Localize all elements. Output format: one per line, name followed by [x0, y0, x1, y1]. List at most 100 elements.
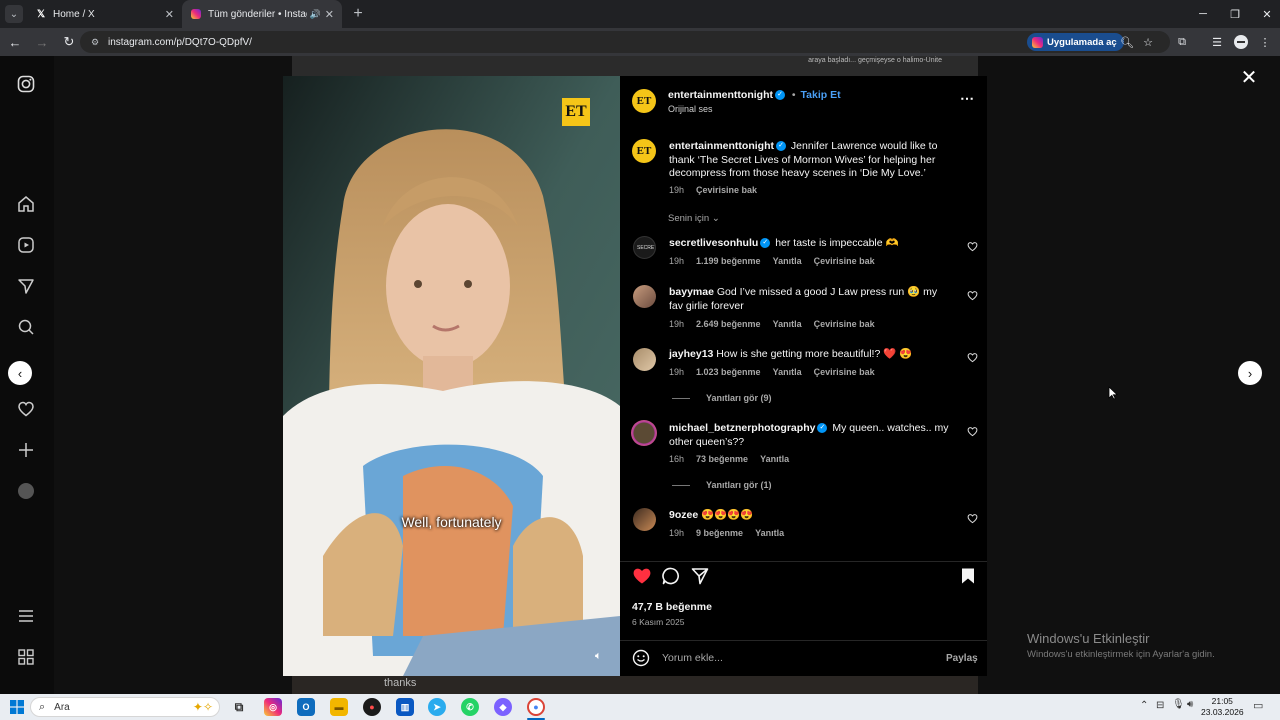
volume-icon[interactable]: 🔊︎ [1187, 699, 1193, 710]
profile-avatar[interactable] [1232, 33, 1250, 51]
reply-link[interactable]: Yanıtla [773, 256, 802, 266]
new-tab-button[interactable]: + [346, 2, 370, 26]
create-plus-icon[interactable] [15, 439, 37, 461]
instagram-app-icon[interactable]: ◎ [264, 698, 282, 716]
reload-button[interactable]: ↻ [57, 30, 81, 54]
comment-avatar[interactable] [633, 285, 656, 308]
comment-like-heart-icon[interactable] [967, 426, 978, 437]
view-replies-button[interactable]: Yanıtları gör (1) [672, 480, 772, 490]
comment-likes[interactable]: 9 beğenme [696, 528, 743, 538]
tray-app-icon[interactable]: ⊟ [1156, 700, 1164, 711]
browser-menu-icon[interactable]: ⋮ [1256, 33, 1274, 51]
caption-username[interactable]: entertainmenttonight [669, 140, 774, 152]
speaker-icon[interactable]: 🔊 [310, 9, 321, 20]
address-bar[interactable]: ⚙ instagram.com/p/DQt7O-QDpfV/ [80, 31, 1170, 53]
like-count[interactable]: 47,7 B beğenme [632, 601, 712, 613]
more-options-icon[interactable]: ⋯ [960, 90, 974, 107]
view-replies-button[interactable]: Yanıtları gör (9) [672, 393, 772, 403]
comment-like-heart-icon[interactable] [967, 352, 978, 363]
comment-likes[interactable]: 1.023 beğenme [696, 367, 761, 377]
task-view-icon[interactable]: ⧉ [230, 698, 248, 716]
comment-input[interactable]: Yorum ekle... [662, 652, 723, 664]
comment-username[interactable]: michael_betznerphotography [669, 422, 815, 434]
messages-icon[interactable] [15, 275, 37, 297]
chrome-icon[interactable]: ● [527, 698, 545, 716]
comment-like-heart-icon[interactable] [967, 241, 978, 252]
emoji-icon[interactable] [632, 649, 650, 667]
home-icon[interactable] [15, 193, 37, 215]
bookmark-star-icon[interactable]: ☆ [1139, 33, 1157, 51]
reply-link[interactable]: Yanıtla [773, 367, 802, 377]
comment-like-heart-icon[interactable] [967, 290, 978, 301]
tab-instagram[interactable]: Tüm gönderiler • Instagram 🔊 ✕ [182, 0, 342, 28]
translate-link[interactable]: Çevirisine bak [814, 319, 875, 329]
author-username[interactable]: entertainmenttonight [668, 89, 773, 101]
minimize-button[interactable]: ─ [1186, 0, 1220, 28]
reply-link[interactable]: Yanıtla [755, 528, 784, 538]
audio-toggle-icon[interactable]: 🔈︎ [595, 650, 602, 663]
share-icon[interactable] [690, 566, 710, 586]
reply-link[interactable]: Yanıtla [773, 319, 802, 329]
post-video[interactable]: ET Well, fortunately 🔈︎ [283, 76, 620, 676]
comment-avatar[interactable] [633, 508, 656, 531]
more-menu-icon[interactable] [15, 605, 37, 627]
close-modal-button[interactable]: ✕ [1240, 67, 1258, 89]
extensions-icon[interactable]: ⧉ [1173, 33, 1191, 51]
follow-button[interactable]: Takip Et [801, 89, 841, 101]
also-from-meta-icon[interactable] [15, 646, 37, 668]
profile-avatar[interactable] [15, 480, 37, 502]
app-icon[interactable]: ◆ [494, 698, 512, 716]
show-hidden-icons-icon[interactable]: ⌃ [1140, 700, 1148, 711]
comment-like-heart-icon[interactable] [967, 513, 978, 524]
outlook-icon[interactable]: O [297, 698, 315, 716]
translate-link[interactable]: Çevirisine bak [814, 256, 875, 266]
like-heart-icon[interactable] [632, 566, 652, 586]
previous-post-button[interactable]: ‹ [8, 361, 32, 385]
reply-link[interactable]: Yanıtla [760, 454, 789, 464]
open-in-app-button[interactable]: Uygulamada aç [1027, 33, 1124, 51]
comment-likes[interactable]: 73 beğenme [696, 454, 748, 464]
comment-avatar[interactable] [631, 420, 657, 446]
reels-icon[interactable] [15, 234, 37, 256]
comment-bubble-icon[interactable] [661, 566, 681, 586]
tab-home-x[interactable]: 𝕏 Home / X ✕ [27, 0, 182, 28]
close-icon[interactable]: ✕ [325, 8, 334, 21]
microphone-icon[interactable]: 🎙︎ [1172, 699, 1185, 710]
post-comment-button[interactable]: Paylaş [946, 653, 978, 664]
comment-username[interactable]: jayhey13 [669, 348, 713, 360]
start-button[interactable] [8, 698, 26, 716]
translate-link[interactable]: Çevirisine bak [814, 367, 875, 377]
search-icon[interactable] [15, 316, 37, 338]
window-close-button[interactable]: ✕ [1250, 0, 1280, 28]
zoom-icon[interactable]: 🔍︎ [1118, 33, 1136, 51]
back-button[interactable]: ← [3, 30, 27, 54]
system-clock[interactable]: 21:05 23.03.2026 [1201, 696, 1244, 718]
taskbar-search-box[interactable]: ⌕ Ara ✦✧ [30, 697, 220, 717]
notifications-heart-icon[interactable] [15, 398, 37, 420]
comment-likes[interactable]: 1.199 beğenme [696, 256, 761, 266]
tab-search-button[interactable]: ⌄ [5, 5, 23, 23]
file-explorer-icon[interactable]: ▬ [330, 698, 348, 716]
media-control-icon[interactable]: ☰ [1208, 33, 1226, 51]
comment-avatar[interactable]: SECRET [633, 236, 656, 259]
save-bookmark-icon[interactable] [958, 566, 978, 586]
caption-avatar[interactable]: ET [632, 139, 656, 163]
comment-avatar[interactable] [633, 348, 656, 371]
restore-button[interactable]: ❐ [1218, 0, 1252, 28]
author-avatar[interactable]: ET [632, 89, 656, 113]
audio-label[interactable]: Orijinal ses [668, 104, 713, 114]
trello-icon[interactable]: ▥ [396, 698, 414, 716]
telegram-icon[interactable]: ➤ [428, 698, 446, 716]
caption-translate-link[interactable]: Çevirisine bak [696, 185, 757, 195]
instagram-logo-icon[interactable] [15, 73, 37, 95]
comment-sort-dropdown[interactable]: Senin için ⌄ [668, 213, 720, 224]
comment-username[interactable]: secretlivesonhulu [669, 237, 758, 249]
site-info-icon[interactable]: ⚙ [88, 35, 102, 49]
media-app-icon[interactable]: ● [363, 698, 381, 716]
forward-button[interactable]: → [30, 30, 54, 54]
close-icon[interactable]: ✕ [165, 8, 174, 21]
comment-likes[interactable]: 2.649 beğenme [696, 319, 761, 329]
whatsapp-icon[interactable]: ✆ [461, 698, 479, 716]
notification-icon[interactable]: ▭ [1253, 699, 1263, 712]
next-post-button[interactable]: › [1238, 361, 1262, 385]
